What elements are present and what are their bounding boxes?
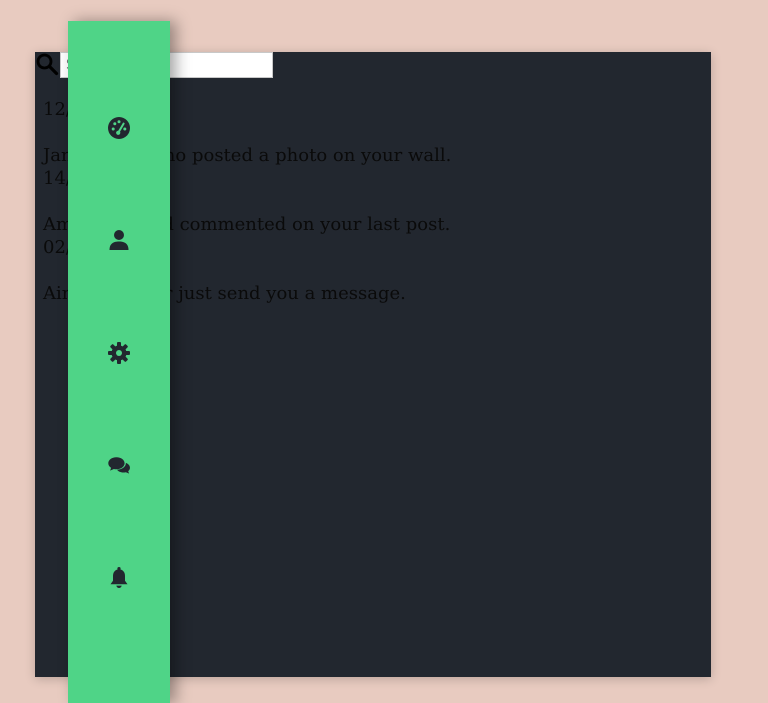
sidebar-item-profile[interactable] (68, 218, 170, 262)
sidebar-item-notifications[interactable] (68, 556, 170, 600)
bell-icon (110, 567, 128, 588)
sidebar (68, 21, 170, 703)
gear-icon (108, 342, 130, 364)
user-icon (109, 230, 129, 250)
sidebar-item-dashboard[interactable] (68, 106, 170, 150)
sidebar-item-settings[interactable] (68, 331, 170, 375)
dashboard-icon (108, 117, 130, 139)
chat-icon (108, 457, 130, 474)
search-icon[interactable] (35, 52, 59, 76)
sidebar-item-messages[interactable] (68, 443, 170, 487)
